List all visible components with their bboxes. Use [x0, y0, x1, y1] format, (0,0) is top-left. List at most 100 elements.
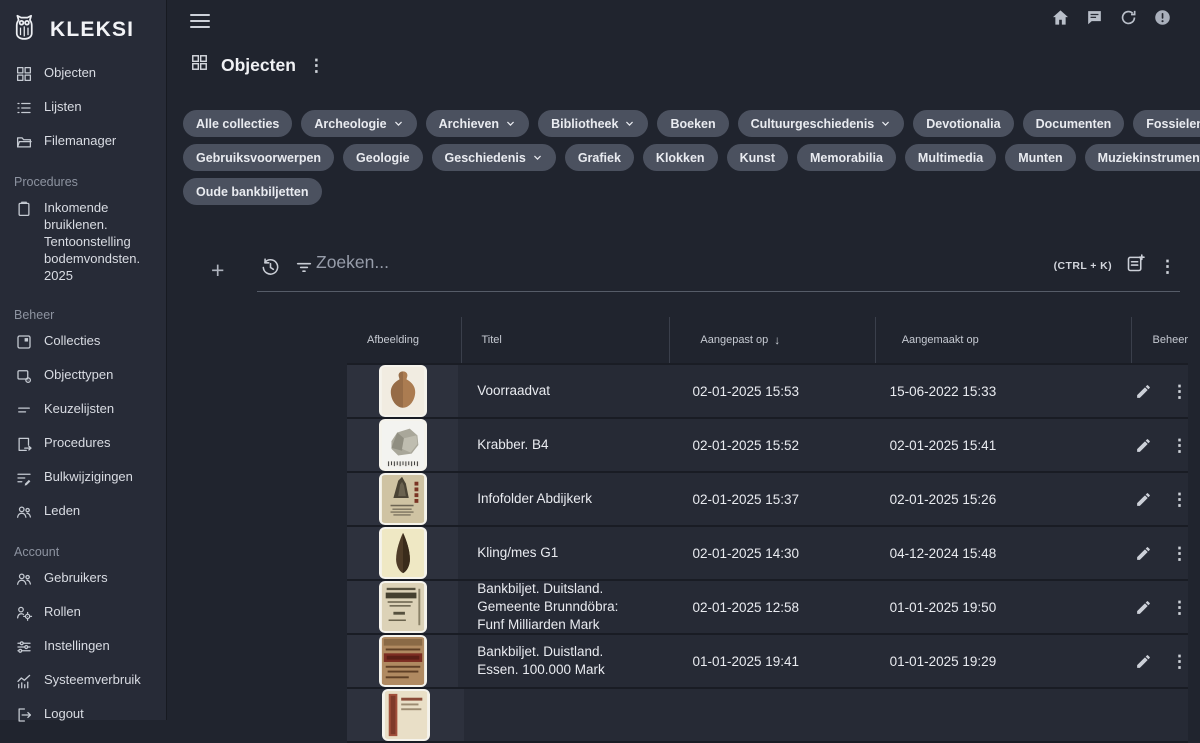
filter-chip-label: Kunst [740, 151, 775, 165]
sidebar-item-objecttypen[interactable]: Objecttypen [0, 359, 166, 393]
filter-chip-label: Gebruiksvoorwerpen [196, 151, 321, 165]
filter-chip-grafiek[interactable]: Grafiek [565, 144, 634, 171]
object-thumbnail[interactable] [379, 527, 427, 579]
sidebar-item-rollen[interactable]: Rollen [0, 596, 166, 630]
filter-chip-alle-collecties[interactable]: Alle collecties [183, 110, 292, 137]
filter-chip-geschiedenis[interactable]: Geschiedenis [432, 144, 556, 171]
sidebar-item-label: Objecten [44, 65, 96, 82]
column-header-aangemaakt-op[interactable]: Aangemaakt op [875, 317, 1131, 363]
row-kebab-icon[interactable]: ⋮ [1171, 383, 1188, 400]
page-kebab-icon[interactable]: ⋮ [308, 57, 325, 74]
members-icon [15, 503, 33, 521]
edit-pencil-icon[interactable] [1135, 383, 1152, 400]
row-kebab-icon[interactable]: ⋮ [1171, 599, 1188, 616]
row-kebab-icon[interactable]: ⋮ [1171, 437, 1188, 454]
filter-chip-fossielen[interactable]: Fossielen [1133, 110, 1200, 137]
search-history-icon[interactable] [260, 257, 281, 283]
object-thumbnail[interactable] [379, 581, 427, 633]
row-kebab-icon[interactable]: ⋮ [1171, 491, 1188, 508]
search-kebab-icon[interactable]: ⋮ [1159, 258, 1176, 275]
sidebar-item-systeemverbruik[interactable]: Systeemverbruik [0, 664, 166, 698]
filter-chip-geologie[interactable]: Geologie [343, 144, 422, 171]
filter-chip-oude-bankbiljetten[interactable]: Oude bankbiljetten [183, 178, 322, 205]
search-input[interactable] [316, 252, 876, 273]
main-area: Objecten ⋮ Alle collectiesArcheologieArc… [167, 0, 1200, 720]
filter-chip-boeken[interactable]: Boeken [657, 110, 728, 137]
brand-logo[interactable]: KLEKSI [0, 0, 166, 57]
filter-chip-documenten[interactable]: Documenten [1023, 110, 1125, 137]
sidebar-item-filemanager[interactable]: Filemanager [0, 125, 166, 159]
object-thumbnail[interactable] [382, 689, 430, 741]
edit-pencil-icon[interactable] [1135, 545, 1152, 562]
object-thumbnail[interactable] [379, 419, 427, 471]
grid-icon [190, 53, 209, 77]
chat-icon[interactable] [1085, 8, 1104, 32]
edit-pencil-icon[interactable] [1135, 599, 1152, 616]
filter-chip-archieven[interactable]: Archieven [426, 110, 529, 137]
column-header-beheer[interactable]: Beheer [1131, 317, 1188, 363]
add-object-button[interactable]: + [211, 257, 224, 284]
filter-chip-multimedia[interactable]: Multimedia [905, 144, 996, 171]
sidebar: KLEKSI Objecten Lijsten Filemanager Procedu… [0, 0, 167, 720]
sidebar-item-collecties[interactable]: Collecties [0, 325, 166, 359]
edit-pencil-icon[interactable] [1135, 437, 1152, 454]
sidebar-item-label: Leden [44, 503, 80, 520]
filter-chip-munten[interactable]: Munten [1005, 144, 1075, 171]
column-header-label: Titel [481, 334, 501, 346]
edit-pencil-icon[interactable] [1135, 653, 1152, 670]
row-kebab-icon[interactable]: ⋮ [1171, 545, 1188, 562]
object-thumbnail[interactable] [379, 473, 427, 525]
filter-chip-kunst[interactable]: Kunst [727, 144, 788, 171]
settings-icon [15, 638, 33, 656]
object-thumbnail[interactable] [379, 365, 427, 417]
filter-chip-muziekinstrumenten[interactable]: Muziekinstrumenten [1085, 144, 1200, 171]
modified-cell: 02-01-2025 15:53 [662, 365, 863, 417]
row-kebab-icon[interactable]: ⋮ [1171, 653, 1188, 670]
sidebar-item-label: Lijsten [44, 99, 82, 116]
home-icon[interactable] [1051, 8, 1070, 32]
sidebar-item-objecten[interactable]: Objecten [0, 57, 166, 91]
column-header-label: Aangemaakt op [902, 334, 979, 346]
filter-chip-gebruiksvoorwerpen[interactable]: Gebruiksvoorwerpen [183, 144, 334, 171]
column-header-aangepast-op[interactable]: Aangepast op↓ [669, 317, 874, 363]
search-shortcut: (CTRL + K) [1054, 260, 1112, 272]
filter-chip-klokken[interactable]: Klokken [643, 144, 718, 171]
image-cell [347, 365, 458, 417]
filter-icon[interactable] [294, 257, 314, 282]
filter-chip-bibliotheek[interactable]: Bibliotheek [538, 110, 648, 137]
sidebar-item-label: Collecties [44, 333, 100, 350]
filter-chip-memorabilia[interactable]: Memorabilia [797, 144, 896, 171]
sidebar-item-keuzelijsten[interactable]: Keuzelijsten [0, 393, 166, 427]
sidebar-item-logout[interactable]: Logout [0, 698, 166, 732]
add-note-icon[interactable] [1125, 253, 1146, 279]
sidebar-item-gebruikers[interactable]: Gebruikers [0, 562, 166, 596]
filter-chip-archeologie[interactable]: Archeologie [301, 110, 416, 137]
column-header-titel[interactable]: Titel [461, 317, 669, 363]
column-header-afbeelding[interactable]: Afbeelding [347, 317, 461, 363]
filter-chip-devotionalia[interactable]: Devotionalia [913, 110, 1013, 137]
edit-pencil-icon[interactable] [1135, 491, 1152, 508]
search-underline [257, 291, 1180, 292]
title-cell: Kling/mes G1 [458, 527, 662, 579]
sidebar-item-label: Gebruikers [44, 570, 108, 587]
created-cell: 15-06-2022 15:33 [864, 365, 1114, 417]
sidebar-item-lijsten[interactable]: Lijsten [0, 91, 166, 125]
refresh-icon[interactable] [1119, 8, 1138, 32]
image-cell [347, 635, 458, 687]
sidebar-item-label: Logout [44, 706, 84, 723]
sidebar-item-leden[interactable]: Leden [0, 495, 166, 529]
alert-icon[interactable] [1153, 8, 1172, 32]
filter-chip-cultuurgeschiedenis[interactable]: Cultuurgeschiedenis [738, 110, 905, 137]
sidebar-item-bulkwijzigingen[interactable]: Bulkwijzigingen [0, 461, 166, 495]
filter-chip-label: Archieven [439, 117, 499, 131]
owl-icon [13, 12, 43, 47]
sidebar-item-instellingen[interactable]: Instellingen [0, 630, 166, 664]
column-header-label: Afbeelding [367, 334, 419, 346]
sidebar-item-procedures[interactable]: Procedures [0, 427, 166, 461]
sidebar-item-inkomende-bruiklenen-tentoonstelling-bod[interactable]: Inkomende bruiklenen. Tentoonstelling bo… [0, 192, 166, 292]
modified-cell: 02-01-2025 12:58 [662, 581, 863, 633]
object-thumbnail[interactable] [379, 635, 427, 687]
title-cell [464, 689, 677, 741]
menu-icon[interactable] [190, 10, 210, 32]
title-cell: Krabber. B4 [458, 419, 662, 471]
